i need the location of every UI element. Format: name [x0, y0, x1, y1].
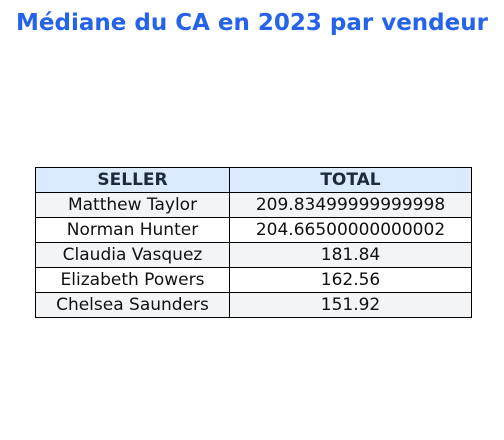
- seller-cell: Elizabeth Powers: [35, 267, 230, 293]
- table-row: Chelsea Saunders 151.92: [35, 292, 472, 318]
- chart-title: Médiane du CA en 2023 par vendeur: [16, 10, 488, 36]
- data-table: SELLER TOTAL Matthew Taylor 209.83499999…: [35, 167, 472, 318]
- seller-cell: Norman Hunter: [35, 217, 230, 243]
- total-cell: 151.92: [229, 292, 472, 318]
- table-header-row: SELLER TOTAL: [35, 167, 472, 193]
- table-row: Claudia Vasquez 181.84: [35, 242, 472, 268]
- total-cell: 209.83499999999998: [229, 192, 472, 218]
- table-row: Matthew Taylor 209.83499999999998: [35, 192, 472, 218]
- total-cell: 204.66500000000002: [229, 217, 472, 243]
- seller-cell: Chelsea Saunders: [35, 292, 230, 318]
- column-header-total: TOTAL: [229, 167, 472, 193]
- seller-cell: Claudia Vasquez: [35, 242, 230, 268]
- total-cell: 181.84: [229, 242, 472, 268]
- table-row: Norman Hunter 204.66500000000002: [35, 217, 472, 243]
- seller-cell: Matthew Taylor: [35, 192, 230, 218]
- table-row: Elizabeth Powers 162.56: [35, 267, 472, 293]
- column-header-seller: SELLER: [35, 167, 230, 193]
- total-cell: 162.56: [229, 267, 472, 293]
